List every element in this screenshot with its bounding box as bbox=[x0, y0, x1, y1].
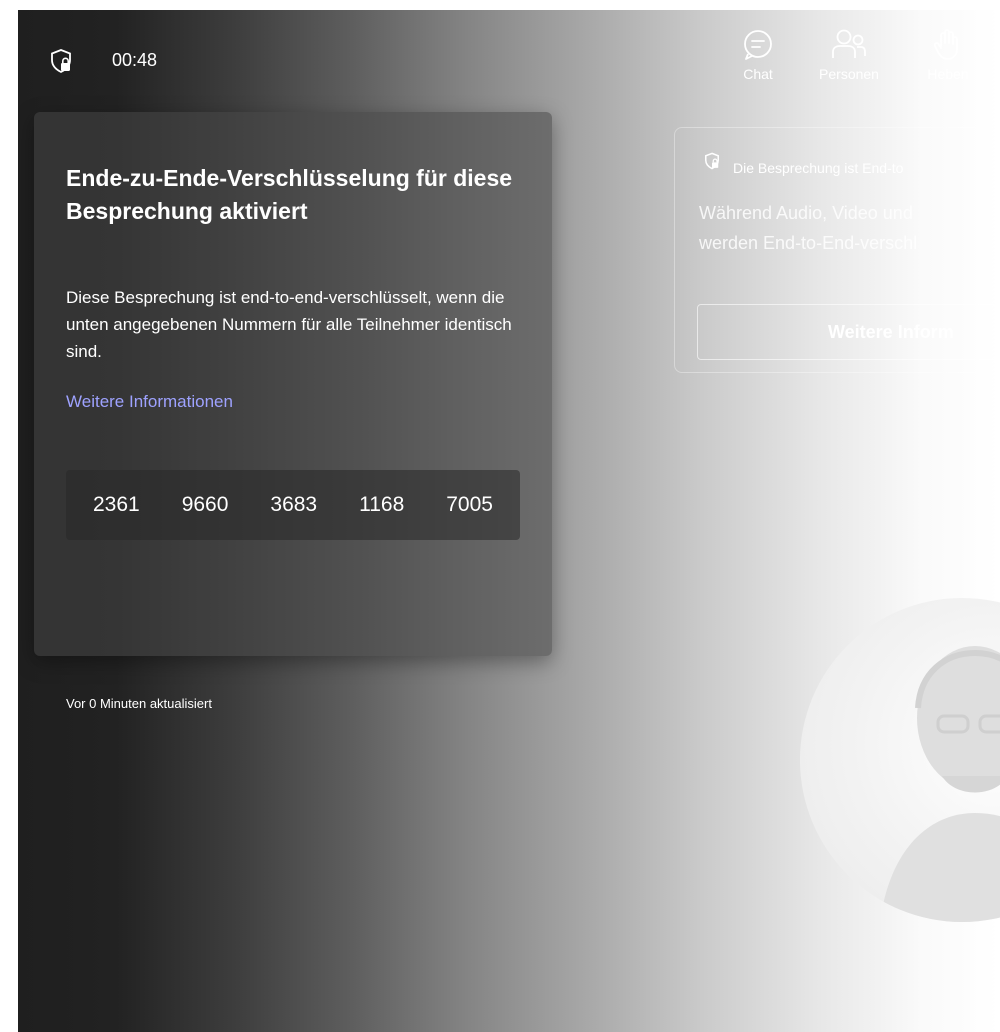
chat-icon bbox=[723, 28, 793, 62]
verification-code: 3683 bbox=[270, 493, 318, 516]
verification-codes: 2361 9660 3683 1168 7005 bbox=[66, 470, 520, 540]
verification-code: 9660 bbox=[181, 493, 229, 516]
encryption-popup: Ende-zu-Ende-Verschlüsselung für diese B… bbox=[34, 112, 552, 711]
encryption-banner: Die Besprechung ist End-to Während Audio… bbox=[674, 127, 1000, 373]
chat-button-label: Chat bbox=[743, 66, 773, 82]
participant-photo bbox=[880, 646, 1000, 922]
people-icon bbox=[814, 28, 884, 62]
last-updated-text: Vor 0 Minuten aktualisiert bbox=[66, 696, 212, 711]
banner-text-line: werden End-to-End-verschl bbox=[699, 233, 918, 253]
banner-text: Während Audio, Video und werden End-to-E… bbox=[699, 198, 917, 258]
raise-hand-button[interactable]: Heben bbox=[908, 28, 988, 104]
verification-code: 2361 bbox=[92, 493, 140, 516]
verification-code: 7005 bbox=[446, 493, 493, 516]
shield-lock-icon bbox=[703, 152, 721, 170]
meeting-topbar: 00:48 Chat Personen Heben bbox=[18, 10, 1000, 110]
banner-text-line: Während Audio, Video und bbox=[699, 203, 913, 223]
raise-hand-icon bbox=[908, 28, 988, 62]
popup-description: Diese Besprechung ist end-to-end-verschl… bbox=[66, 288, 512, 361]
meeting-window: 00:48 Chat Personen Heben Ende-zu-Ende-V… bbox=[18, 10, 1000, 1032]
people-button[interactable]: Personen bbox=[814, 28, 884, 104]
meeting-timer: 00:48 bbox=[112, 50, 158, 70]
raise-hand-button-label: Heben bbox=[927, 66, 969, 82]
popup-title: Ende-zu-Ende-Verschlüsselung für diese B… bbox=[66, 165, 513, 224]
shield-lock-icon[interactable] bbox=[48, 48, 74, 74]
banner-title: Die Besprechung ist End-to bbox=[733, 160, 904, 176]
verification-code: 1168 bbox=[359, 493, 405, 516]
participant-avatar[interactable] bbox=[800, 598, 1000, 922]
people-button-label: Personen bbox=[819, 66, 879, 82]
banner-more-info-button[interactable]: Weitere Inform bbox=[697, 304, 1000, 360]
more-info-link[interactable]: Weitere Informationen bbox=[66, 392, 233, 412]
chat-button[interactable]: Chat bbox=[723, 28, 793, 104]
